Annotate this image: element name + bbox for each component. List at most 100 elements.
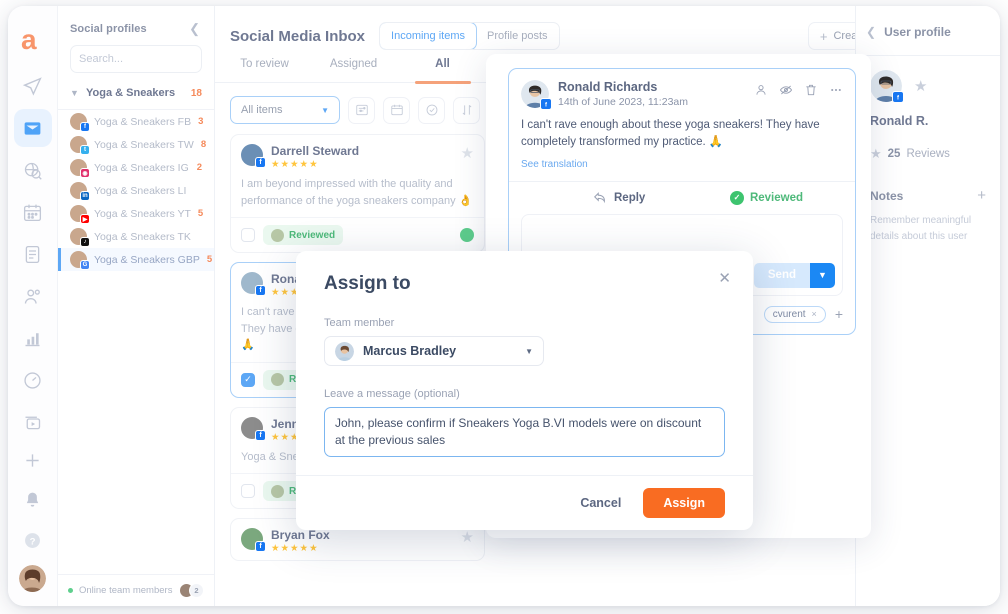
user-reviews-count: 25 [887, 148, 901, 160]
hide-eye-icon[interactable] [779, 83, 793, 102]
avatar: t [70, 136, 90, 155]
avatar: f [870, 70, 904, 103]
online-team-members[interactable]: Online team members 2 [58, 574, 214, 606]
profile-item-label: Yoga & Sneakers YT [94, 207, 191, 220]
network-badge-youtube: ▶ [80, 214, 90, 224]
trash-icon[interactable] [804, 83, 818, 102]
filter-icon[interactable] [348, 96, 375, 124]
user-icon[interactable] [754, 83, 768, 102]
rail-user-avatar[interactable] [19, 565, 46, 592]
rail-item-help[interactable]: ? [14, 521, 52, 559]
rail-item-inbox[interactable] [13, 109, 52, 147]
rail-item-ads[interactable] [14, 403, 52, 441]
sort-icon[interactable] [453, 96, 480, 124]
select-checkbox[interactable] [241, 484, 255, 498]
profile-item[interactable]: in Yoga & Sneakers LI [58, 179, 214, 202]
profile-item[interactable]: G Yoga & Sneakers GBP 5 [58, 248, 214, 271]
select-checkbox[interactable] [241, 228, 255, 242]
status-badge[interactable]: Reviewed [263, 225, 344, 245]
sidebar-title: Social profiles [70, 22, 147, 35]
notes-title: Notes [870, 188, 904, 203]
avatar: f [521, 80, 552, 110]
profile-item[interactable]: ◉ Yoga & Sneakers IG 2 [58, 156, 214, 179]
message-author: Bryan Fox [271, 528, 330, 542]
tab-to-review[interactable]: To review [220, 58, 309, 82]
reply-button[interactable]: Reply [593, 191, 645, 204]
profile-item[interactable]: f Yoga & Sneakers FB 3 [58, 110, 214, 133]
team-member-select[interactable]: Marcus Bradley ▼ [324, 336, 544, 366]
profile-item-label: Yoga & Sneakers IG [94, 161, 189, 174]
chevron-down-icon[interactable]: ▼ [70, 88, 80, 98]
reviewed-status[interactable]: ✓ Reviewed [729, 190, 803, 205]
chevron-left-icon[interactable]: ❮ [189, 22, 200, 35]
see-translation-link[interactable]: See translation [509, 152, 855, 181]
rail-item-calendar[interactable] [14, 193, 52, 231]
search-box[interactable] [70, 45, 239, 73]
tag-chip[interactable]: cvurent × [763, 305, 826, 323]
rail-item-audience[interactable] [14, 277, 52, 315]
rail-item-reports[interactable] [14, 235, 52, 273]
profile-item-count: 5 [197, 208, 204, 219]
reply-icon [594, 192, 605, 204]
profile-item-count: 2 [196, 162, 202, 173]
rail-item-notifications[interactable] [14, 481, 52, 519]
star-icon[interactable]: ★ [461, 144, 474, 162]
more-horizontal-icon[interactable] [829, 83, 843, 102]
network-badge-tiktok: ♪ [80, 237, 90, 247]
avatar: f [241, 144, 266, 168]
assign-button[interactable]: Assign [643, 488, 725, 518]
all-items-dropdown[interactable]: All items ▼ [230, 96, 340, 124]
avatar [271, 484, 284, 498]
social-profiles-sidebar: Social profiles ❮ ▼ Yoga & Sneakers 18 f… [58, 6, 239, 606]
rail-item-add[interactable] [14, 441, 52, 479]
close-icon[interactable]: × [812, 309, 817, 319]
star-icon[interactable]: ★ [914, 77, 927, 95]
profile-item-label: Yoga & Sneakers TW [94, 138, 194, 151]
profile-item[interactable]: t Yoga & Sneakers TW 8 [58, 133, 214, 156]
conversation-timestamp: 14th of June 2023, 11:23am [558, 96, 688, 108]
tab-incoming-items[interactable]: Incoming items [380, 23, 478, 49]
rail-item-analytics[interactable] [14, 319, 52, 357]
profile-item-label: Yoga & Sneakers FB [94, 115, 192, 128]
svg-text:f: f [897, 95, 900, 101]
tab-assigned[interactable]: Assigned [309, 58, 398, 82]
rating-stars: ★★★★★ [271, 543, 319, 554]
select-checkbox[interactable]: ✓ [241, 372, 255, 387]
calendar-icon[interactable] [383, 96, 410, 124]
profile-item[interactable]: ♪ Yoga & Sneakers TK [58, 225, 214, 248]
search-input[interactable] [79, 53, 221, 65]
profile-list: f Yoga & Sneakers FB 3 t Yoga & Sneakers TW 8… [58, 110, 214, 271]
profile-group-row[interactable]: ▼ Yoga & Sneakers 18 [58, 73, 214, 110]
close-icon[interactable]: ✕ [718, 271, 731, 286]
add-tag-button[interactable]: + [835, 307, 843, 321]
conversation-author: Ronald Richards [558, 80, 658, 94]
network-badge-facebook: f [80, 122, 90, 132]
message-textarea[interactable]: John, please confirm if Sneakers Yoga B.… [324, 407, 725, 457]
chevron-left-icon[interactable]: ❮ [866, 25, 876, 39]
online-team-label: Online team members [79, 585, 173, 596]
message-card[interactable]: f Darrell Steward ★★★★★ ★ I am beyond impres… [230, 134, 485, 253]
send-button[interactable]: Send [753, 262, 810, 288]
profile-item[interactable]: ▶ Yoga & Sneakers YT 5 [58, 202, 214, 225]
tab-profile-posts[interactable]: Profile posts [476, 23, 559, 49]
chevron-down-icon[interactable]: ▼ [525, 347, 533, 356]
check-circle-icon[interactable] [418, 96, 445, 124]
rail-item-listening[interactable] [14, 151, 52, 189]
tag-label: cvurent [772, 308, 806, 320]
rail-item-benchmarks[interactable] [14, 361, 52, 399]
rail-item-send[interactable] [14, 67, 52, 105]
online-team-avatars[interactable]: 2 [179, 583, 204, 598]
cancel-button[interactable]: Cancel [572, 496, 629, 510]
tab-all[interactable]: All [398, 58, 487, 82]
profile-item-count: 8 [200, 139, 207, 150]
svg-text:f: f [545, 102, 548, 108]
chevron-down-icon: ▼ [321, 105, 329, 115]
network-badge-facebook: f [540, 98, 552, 110]
app-logo[interactable]: a [16, 22, 50, 55]
user-profile-title: User profile [884, 25, 951, 39]
star-icon[interactable]: ★ [461, 528, 474, 546]
avatar [271, 373, 284, 386]
profile-item-count: 5 [206, 254, 213, 265]
add-note-button[interactable]: + [977, 188, 986, 203]
send-options-button[interactable]: ▼ [810, 262, 835, 288]
